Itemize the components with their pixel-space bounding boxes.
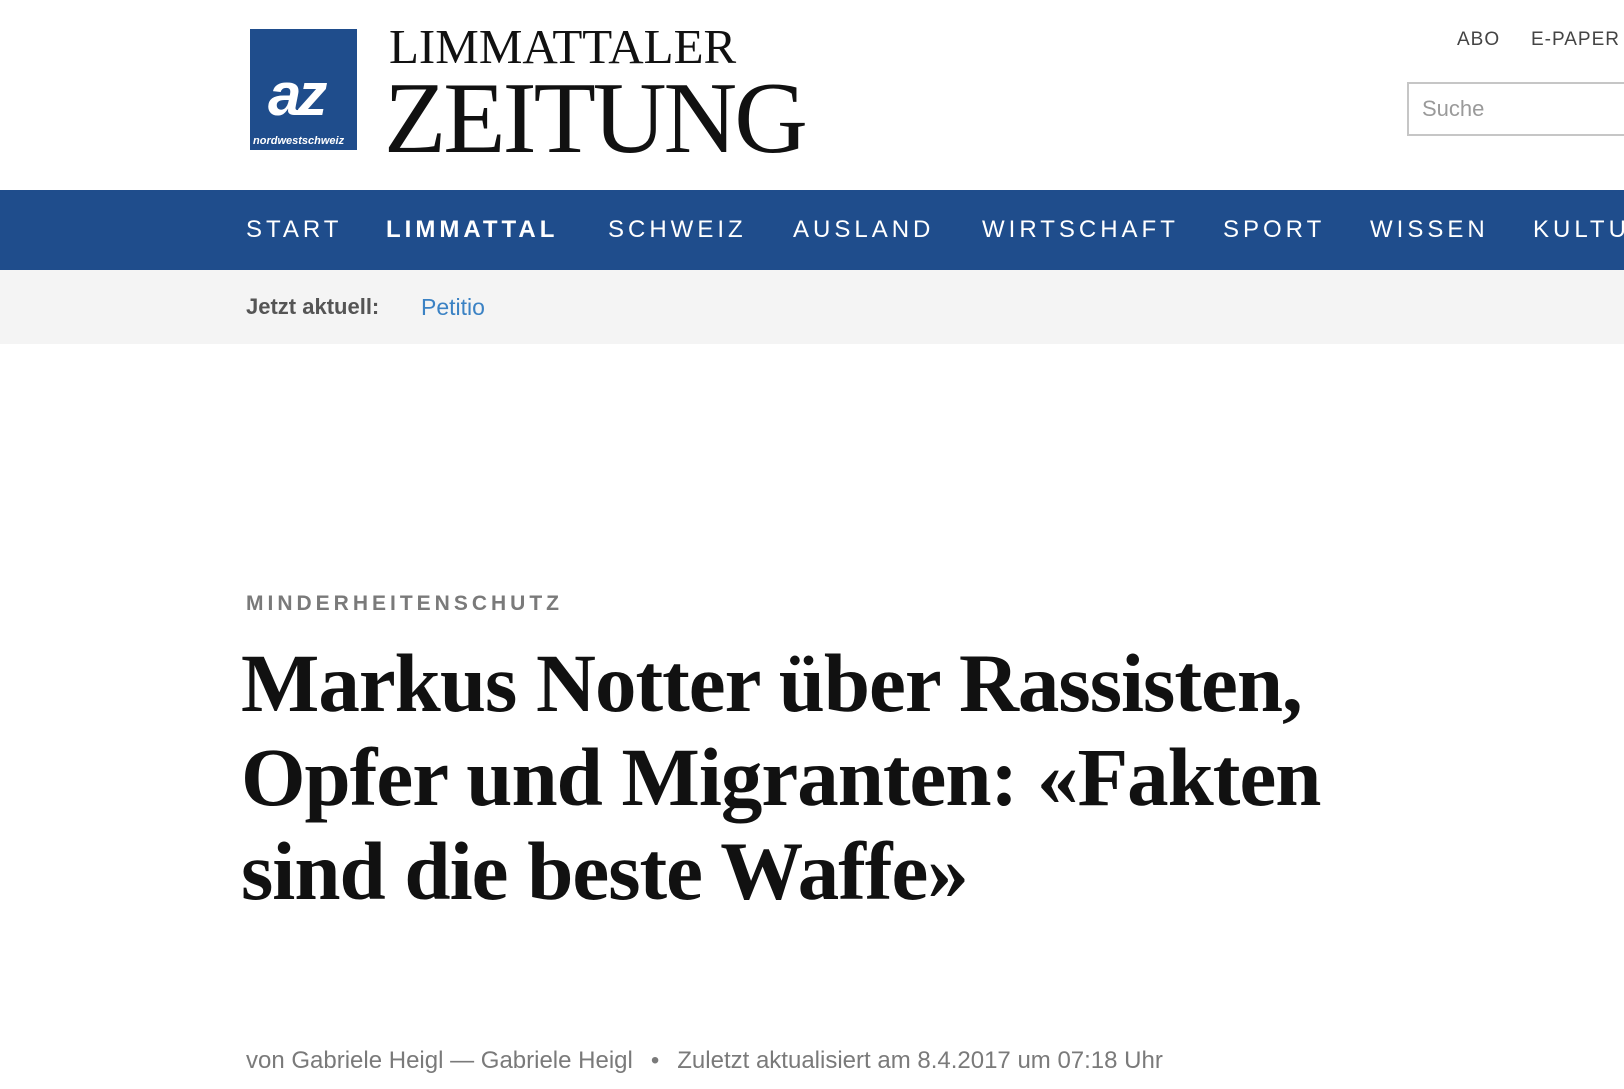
nav-item-wissen[interactable]: WISSEN	[1370, 190, 1489, 270]
nav-item-wirtschaft[interactable]: WIRTSCHAFT	[982, 190, 1179, 270]
search-input[interactable]	[1407, 82, 1624, 136]
nav-item-limmattal[interactable]: LIMMATTAL	[386, 190, 558, 270]
brand-name-line2[interactable]: ZEITUNG	[384, 68, 808, 170]
article-byline: von Gabriele Heigl — Gabriele Heigl • Zule…	[246, 1049, 1163, 1073]
article-kicker: MINDERHEITENSCHUTZ	[246, 592, 563, 615]
az-logo-mark: az	[268, 61, 327, 128]
ticker-label: Jetzt aktuell:	[246, 294, 380, 319]
nav-item-sport[interactable]: SPORT	[1223, 190, 1325, 270]
nav-item-ausland[interactable]: AUSLAND	[793, 190, 934, 270]
news-ticker: Jetzt aktuell: Petitio	[0, 270, 1624, 344]
byline-separator: •	[650, 1047, 660, 1074]
byline-author[interactable]: von Gabriele Heigl — Gabriele Heigl	[246, 1047, 633, 1074]
ticker-link[interactable]: Petitio	[421, 270, 485, 344]
abo-link[interactable]: ABO	[1457, 30, 1500, 49]
az-logo[interactable]: az nordwestschweiz	[250, 29, 357, 150]
byline-updated: Zuletzt aktualisiert am 8.4.2017 um 07:1…	[677, 1047, 1163, 1074]
nav-item-schweiz[interactable]: SCHWEIZ	[608, 190, 747, 270]
nav-item-start[interactable]: START	[246, 190, 342, 270]
epaper-link[interactable]: E-PAPER	[1531, 30, 1620, 49]
article-headline: Markus Notter über Rassisten, Opfer und …	[241, 637, 1321, 917]
nav-item-kultur[interactable]: KULTU	[1533, 190, 1624, 270]
main-nav: START LIMMATTAL SCHWEIZ AUSLAND WIRTSCHA…	[0, 190, 1624, 270]
az-logo-subtext: nordwestschweiz	[253, 135, 345, 147]
